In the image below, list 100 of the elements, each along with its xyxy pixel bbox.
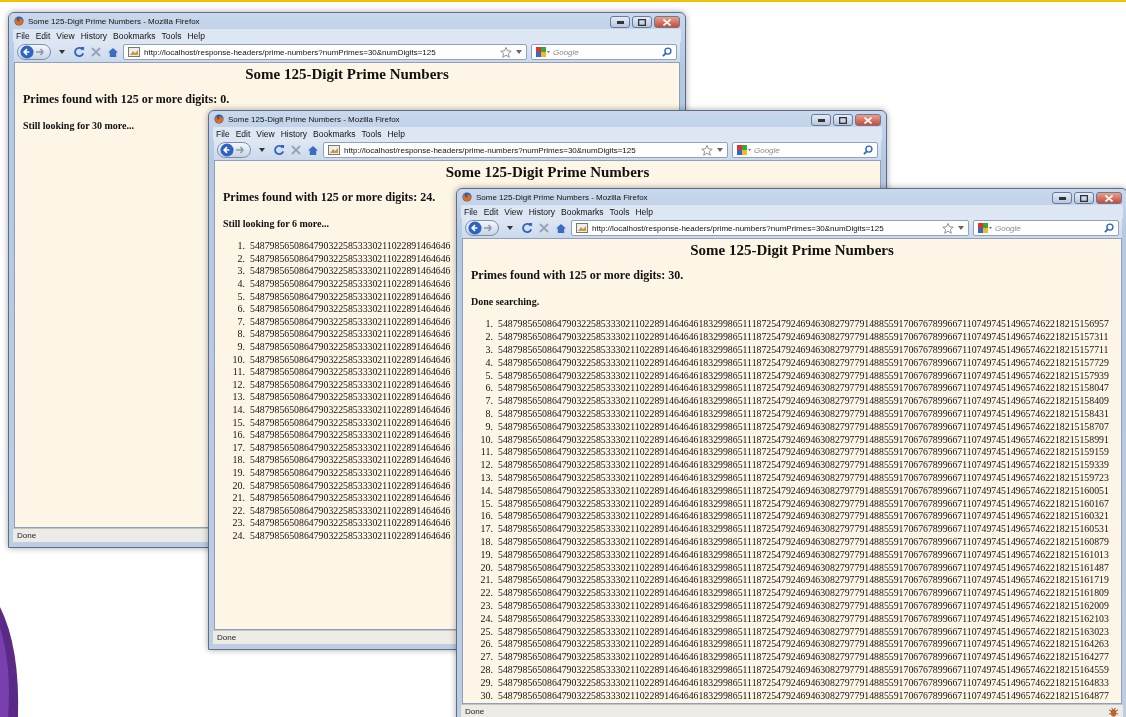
page-icon [128, 47, 140, 57]
caret-icon[interactable] [516, 50, 522, 54]
list-number: 16. [479, 510, 493, 523]
list-number: 19. [479, 548, 493, 561]
search-icon[interactable] [662, 47, 672, 57]
address-field[interactable]: http://localhost/response-headers/prime-numbers?numPrimes=30&numDigits=125 [571, 220, 969, 236]
reload-button[interactable] [72, 45, 85, 59]
search-icon[interactable] [1104, 223, 1114, 233]
prime-number: 54879856508647903225853330211022891464646183299865111872547924694630827977914885591706767899667110749745149657462218215158431 [498, 407, 1109, 420]
minimize-button[interactable] [1052, 192, 1072, 204]
close-button[interactable] [1096, 192, 1122, 204]
list-number: 11. [231, 366, 245, 379]
menu-item[interactable]: File [461, 206, 481, 217]
home-button[interactable] [554, 221, 567, 235]
menu-item[interactable]: History [525, 206, 559, 217]
reload-button[interactable] [272, 143, 285, 157]
prime-number: 54879856508647903225853330211022891464646 [250, 290, 451, 303]
caret-icon[interactable] [958, 226, 964, 230]
prime-number: 54879856508647903225853330211022891464646 [250, 278, 451, 291]
minimize-button[interactable] [610, 16, 630, 28]
address-field[interactable]: http://localhost/response-headers/prime-numbers?numPrimes=30&numDigits=125 [323, 142, 728, 158]
page-heading: Some 125-Digit Prime Numbers [690, 241, 894, 259]
prime-number: 54879856508647903225853330211022891464646 [250, 391, 451, 404]
home-icon [554, 222, 567, 234]
home-button[interactable] [106, 45, 119, 59]
close-button[interactable] [855, 114, 881, 126]
list-number: 15. [231, 416, 245, 429]
caret-icon [258, 148, 265, 152]
search-field[interactable]: Google [531, 44, 677, 60]
list-number: 15. [479, 497, 493, 510]
prime-number: 54879856508647903225853330211022891464646 [250, 366, 451, 379]
menu-item[interactable]: Tools [358, 128, 385, 139]
menu-item[interactable]: Tools [606, 206, 633, 217]
prime-number: 54879856508647903225853330211022891464646183299865111872547924694630827977914885591706767899667110749745149657462218215159159 [498, 446, 1109, 459]
address-field[interactable]: http://localhost/response-headers/prime-numbers?numPrimes=30&numDigits=125 [123, 44, 527, 60]
menu-item[interactable]: Help [632, 206, 656, 217]
back-forward-button[interactable] [17, 44, 51, 60]
list-number: 11. [479, 446, 493, 459]
list-number: 8. [484, 407, 493, 420]
bookmark-star-icon[interactable] [701, 144, 713, 156]
menu-item[interactable]: Edit [32, 30, 54, 41]
maximize-button[interactable] [632, 16, 652, 28]
list-number: 22. [479, 587, 493, 600]
menu-item[interactable]: Bookmarks [558, 206, 607, 217]
minimize-icon [1058, 196, 1066, 200]
menu-item[interactable]: Edit [232, 128, 254, 139]
menu-item[interactable]: Help [184, 30, 208, 41]
bug-icon[interactable] [1108, 706, 1119, 717]
back-forward-button[interactable] [217, 142, 251, 158]
prime-number: 54879856508647903225853330211022891464646183299865111872547924694630827977914885591706767899667110749745149657462218215164263 [498, 638, 1109, 651]
menu-item[interactable]: View [53, 30, 78, 41]
menu-item[interactable]: Bookmarks [110, 30, 159, 41]
search-engine-icon[interactable] [978, 223, 992, 233]
prime-number: 54879856508647903225853330211022891464646 [250, 504, 451, 517]
menu-item[interactable]: Tools [158, 30, 185, 41]
prime-number: 54879856508647903225853330211022891464646 [250, 467, 451, 479]
search-field[interactable]: Google [973, 220, 1119, 236]
menu-item[interactable]: Edit [480, 206, 502, 217]
search-icon[interactable] [863, 145, 873, 155]
maximize-button[interactable] [833, 114, 853, 126]
menu-item[interactable]: File [13, 30, 33, 41]
prime-number: 54879856508647903225853330211022891464646183299865111872547924694630827977914885591706767899667110749745149657462218215160321 [498, 510, 1109, 523]
search-engine-icon[interactable] [536, 47, 550, 57]
prime-number: 54879856508647903225853330211022891464646 [250, 429, 451, 442]
maximize-button[interactable] [1074, 192, 1094, 204]
menu-item[interactable]: Bookmarks [310, 128, 359, 139]
home-button[interactable] [306, 143, 319, 157]
menu-item[interactable]: History [77, 30, 111, 41]
menu-item[interactable]: History [277, 128, 311, 139]
close-button[interactable] [654, 16, 680, 28]
list-number: 3. [236, 265, 245, 278]
reload-button[interactable] [520, 221, 533, 235]
menu-item[interactable]: View [253, 128, 278, 139]
page-icon [328, 145, 340, 155]
menu-item[interactable]: View [501, 206, 526, 217]
bookmark-star-icon[interactable] [942, 222, 954, 234]
prime-number: 54879856508647903225853330211022891464646183299865111872547924694630827977914885591706767899667110749745149657462218215164559 [498, 663, 1109, 676]
minimize-icon [616, 20, 624, 24]
list-number: 21. [479, 574, 493, 587]
list-number: 1. [484, 318, 493, 331]
menu-item[interactable]: File [213, 128, 233, 139]
caret-icon[interactable] [717, 148, 723, 152]
prime-number: 54879856508647903225853330211022891464646183299865111872547924694630827977914885591706767899667110749745149657462218215158991 [498, 433, 1109, 446]
list-number: 17. [231, 441, 245, 454]
prime-number: 54879856508647903225853330211022891464646183299865111872547924694630827977914885591706767899667110749745149657462218215164277 [498, 651, 1109, 664]
list-number: 18. [479, 535, 493, 548]
minimize-button[interactable] [811, 114, 831, 126]
stop-icon [90, 47, 101, 57]
search-engine-icon[interactable] [737, 145, 751, 155]
list-number: 28. [479, 663, 493, 676]
list-number: 13. [479, 471, 493, 484]
search-field[interactable]: Google [732, 142, 878, 158]
prime-number: 54879856508647903225853330211022891464646 [250, 378, 451, 391]
prime-number: 54879856508647903225853330211022891464646 [250, 240, 451, 253]
menu-item[interactable]: Help [384, 128, 408, 139]
prime-number: 54879856508647903225853330211022891464646183299865111872547924694630827977914885591706767899667110749745149657462218215160051 [498, 484, 1109, 497]
bookmark-star-icon[interactable] [500, 46, 512, 58]
back-forward-button[interactable] [465, 220, 499, 236]
prime-number: 54879856508647903225853330211022891464646 [250, 517, 451, 530]
window-title: Some 125-Digit Prime Numbers - Mozilla Firefox [28, 16, 200, 26]
